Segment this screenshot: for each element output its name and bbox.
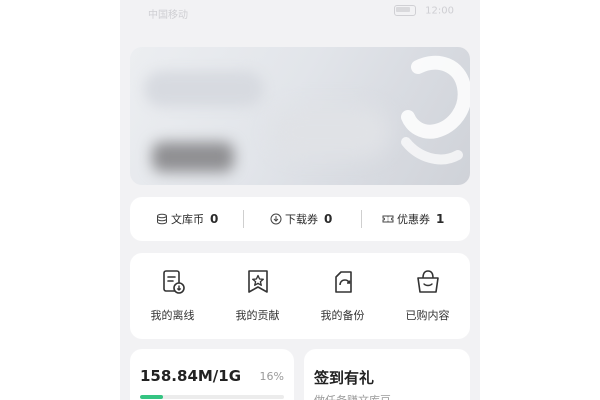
- storage-progress-fill: [140, 395, 164, 399]
- stat-value: 0: [210, 212, 219, 226]
- backup-icon: [334, 271, 352, 293]
- stat-label: 优惠券: [397, 213, 430, 226]
- battery-icon: [393, 5, 416, 16]
- stat-wenku-coin[interactable]: 文库币 0: [156, 197, 218, 241]
- quick-label: 我的贡献: [235, 309, 280, 322]
- stat-label: 下载券: [285, 213, 318, 226]
- blurred-button: [152, 142, 234, 172]
- quick-contribution[interactable]: 我的贡献: [215, 268, 300, 323]
- quick-label: 已购内容: [405, 309, 450, 322]
- storage-progress-bar: [140, 395, 284, 399]
- storage-percent: 16%: [259, 370, 284, 383]
- checkin-title: 签到有礼: [314, 369, 375, 387]
- decorative-ribbon-icon: [401, 55, 470, 165]
- storage-amount: 158.84M/1G: [140, 367, 242, 385]
- clock-label: 12:00: [425, 5, 454, 17]
- checkin-card[interactable]: 签到有礼 做任务赚文库豆: [304, 349, 470, 400]
- coupon-icon: [382, 215, 394, 223]
- quick-backup[interactable]: 我的备份: [300, 268, 385, 323]
- status-right: 12:00: [393, 5, 454, 17]
- blurred-username: [144, 71, 264, 107]
- stat-coupon[interactable]: 优惠券 1: [382, 197, 444, 241]
- stat-value: 1: [436, 212, 445, 226]
- quick-offline[interactable]: 我的离线: [130, 268, 215, 323]
- quick-label: 我的离线: [150, 309, 195, 322]
- divider: [361, 210, 362, 228]
- shopping-bag-icon: [416, 270, 439, 293]
- quick-purchased[interactable]: 已购内容: [385, 268, 470, 323]
- profile-banner[interactable]: [130, 47, 470, 185]
- stat-label: 文库币: [171, 213, 204, 226]
- stat-value: 0: [324, 212, 333, 226]
- blurred-highlight: [270, 107, 390, 157]
- quick-actions: 我的离线 我的贡献 我的备份 已购内容: [130, 253, 470, 339]
- checkin-subtitle: 做任务赚文库豆: [314, 392, 391, 400]
- offline-doc-icon: [162, 270, 185, 294]
- quick-label: 我的备份: [320, 309, 365, 322]
- stats-bar: 文库币 0 下载券 0 优惠券 1: [130, 197, 470, 241]
- storage-card[interactable]: 158.84M/1G 16%: [130, 349, 294, 400]
- stat-download-ticket[interactable]: 下载券 0: [270, 197, 332, 241]
- status-bar: 中国移动 12:00: [120, 0, 480, 24]
- download-ticket-icon: [270, 213, 282, 225]
- phone-screen: 中国移动 12:00 文库币 0 下载券 0 优惠券 1 我的离线 我的贡献 我…: [120, 0, 480, 400]
- divider: [243, 210, 244, 228]
- contribution-star-icon: [247, 270, 268, 293]
- coin-stack-icon: [157, 213, 167, 225]
- carrier-label: 中国移动: [148, 10, 188, 21]
